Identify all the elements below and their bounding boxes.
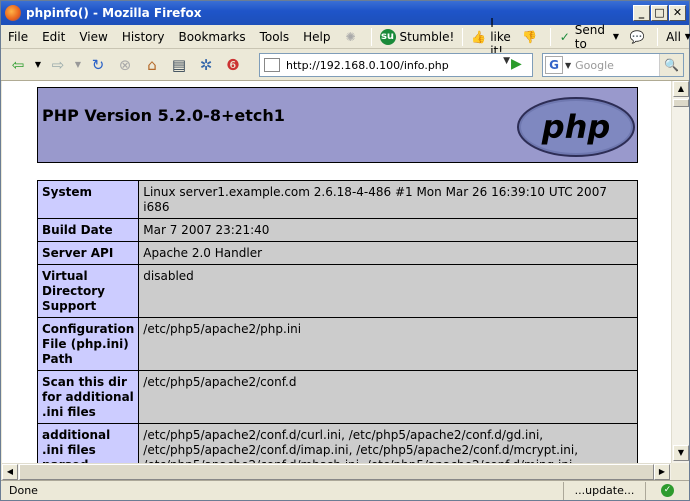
send-to-button[interactable]: ✓ Send to ▼: [554, 23, 624, 51]
status-text: Done: [9, 484, 38, 497]
horizontal-scrollbar[interactable]: ◀ ▶: [2, 463, 671, 480]
page-content: PHP Version 5.2.0-8+etch1 php System Linu…: [2, 81, 671, 463]
page-icon: [264, 58, 280, 72]
forward-button[interactable]: ⇨: [47, 54, 69, 76]
php-header: PHP Version 5.2.0-8+etch1 php: [37, 87, 638, 163]
row-key: additional .ini files parsed: [36, 423, 140, 463]
browser-window: phpinfo() - Mozilla Firefox _ □ ✕ File E…: [0, 0, 690, 501]
firefox-icon: [5, 5, 21, 21]
forward-dropdown-icon[interactable]: ▼: [74, 54, 82, 76]
menu-tools[interactable]: Tools: [253, 25, 297, 49]
row-value: /etc/php5/apache2/php.ini: [138, 317, 638, 371]
table-row: additional .ini files parsed/etc/php5/ap…: [36, 423, 638, 463]
php-logo: php: [517, 97, 635, 157]
addon-icon[interactable]: ❻: [222, 54, 244, 76]
thumbs-up-icon: 👍: [471, 29, 487, 44]
dislike-button[interactable]: 👎: [517, 29, 547, 45]
all-dropdown[interactable]: All ▼: [661, 30, 690, 44]
reload-icon[interactable]: ↻: [87, 54, 109, 76]
row-key: Scan this dir for additional .ini files: [36, 370, 140, 424]
scroll-up-icon[interactable]: ▲: [673, 81, 689, 97]
table-row: System Linux server1.example.com 2.6.18-4…: [36, 180, 638, 219]
status-bar: Done ...update... ✓: [1, 480, 689, 500]
scroll-right-icon[interactable]: ▶: [654, 464, 670, 480]
row-key: Virtual Directory Support: [36, 264, 140, 318]
speech-bubble-icon: 💬: [629, 29, 645, 44]
row-key: Server API: [36, 241, 140, 265]
back-dropdown-icon[interactable]: ▼: [34, 54, 42, 76]
row-key: System: [36, 180, 140, 219]
address-bar[interactable]: http://192.168.0.100/info.php ▼: [259, 53, 533, 77]
checkmark-icon: ✓: [661, 484, 674, 497]
stop-icon[interactable]: ⊗: [114, 54, 136, 76]
stumble-button[interactable]: su Stumble!: [375, 28, 460, 45]
chevron-down-icon: ▼: [684, 32, 690, 41]
title-bar[interactable]: phpinfo() - Mozilla Firefox _ □ ✕: [1, 1, 689, 25]
table-row: Build Date Mar 7 2007 23:21:40: [36, 218, 638, 242]
scroll-left-icon[interactable]: ◀: [2, 464, 18, 480]
menu-edit[interactable]: Edit: [35, 25, 72, 49]
menu-help[interactable]: Help: [296, 25, 337, 49]
maximize-button[interactable]: □: [651, 5, 668, 21]
url-dropdown-icon[interactable]: ▼: [503, 56, 510, 66]
menu-file[interactable]: File: [1, 25, 35, 49]
menu-bar: File Edit View History Bookmarks Tools H…: [1, 16, 690, 58]
row-value: disabled: [138, 264, 638, 318]
search-input[interactable]: Google: [575, 59, 614, 72]
php-info-table: System Linux server1.example.com 2.6.18-4…: [36, 180, 638, 463]
row-value: Apache 2.0 Handler: [138, 241, 638, 265]
row-value: Mar 7 2007 23:21:40: [138, 218, 638, 242]
google-engine-icon[interactable]: G: [545, 56, 563, 74]
page-title: PHP Version 5.2.0-8+etch1: [42, 106, 285, 125]
back-button[interactable]: ⇦: [7, 54, 29, 76]
url-text: http://192.168.0.100/info.php: [286, 58, 449, 72]
row-value: Linux server1.example.com 2.6.18-4-486 #…: [138, 180, 638, 219]
minimize-button[interactable]: _: [633, 5, 650, 21]
status-ok[interactable]: ✓: [645, 481, 689, 500]
search-icon[interactable]: 🔍: [659, 54, 683, 76]
table-row: Server API Apache 2.0 Handler: [36, 241, 638, 265]
window-title: phpinfo() - Mozilla Firefox: [26, 6, 202, 20]
row-key: Configuration File (php.ini) Path: [36, 317, 140, 371]
row-value: /etc/php5/apache2/conf.d: [138, 370, 638, 424]
table-row: Configuration File (php.ini) Path/etc/ph…: [36, 317, 638, 371]
home-icon[interactable]: ⌂: [141, 54, 163, 76]
vertical-scrollbar[interactable]: ▲ ▼: [671, 81, 689, 463]
close-button[interactable]: ✕: [669, 5, 686, 21]
menu-view[interactable]: View: [72, 25, 114, 49]
menu-history[interactable]: History: [115, 25, 172, 49]
scroll-corner: [671, 463, 689, 480]
go-button[interactable]: ▶: [511, 56, 522, 72]
scroll-down-icon[interactable]: ▼: [673, 445, 689, 461]
chevron-down-icon: ▼: [612, 32, 620, 41]
search-engine-dropdown-icon[interactable]: ▼: [565, 61, 571, 70]
table-row: Scan this dir for additional .ini files /…: [36, 370, 638, 424]
horizontal-scroll-thumb[interactable]: [19, 464, 654, 480]
checkmark-icon: ✓: [559, 29, 570, 44]
row-key: Build Date: [36, 218, 140, 242]
news-icon[interactable]: ▤: [168, 54, 190, 76]
update-status[interactable]: ...update...: [563, 481, 645, 500]
thumbs-down-icon: 👎: [522, 29, 538, 44]
search-box[interactable]: G ▼ Google 🔍: [542, 53, 684, 77]
network-icon[interactable]: ✲: [195, 54, 217, 76]
stumbleupon-icon: su: [379, 28, 396, 45]
vertical-scroll-thumb[interactable]: [673, 99, 689, 107]
row-value: /etc/php5/apache2/conf.d/curl.ini, /etc/…: [138, 423, 638, 463]
comment-button[interactable]: 💬: [624, 29, 654, 45]
menu-bookmarks[interactable]: Bookmarks: [172, 25, 253, 49]
throbber-icon: ✺: [345, 29, 356, 44]
table-row: Virtual Directory Support disabled: [36, 264, 638, 318]
php-logo-text: php: [541, 108, 611, 146]
